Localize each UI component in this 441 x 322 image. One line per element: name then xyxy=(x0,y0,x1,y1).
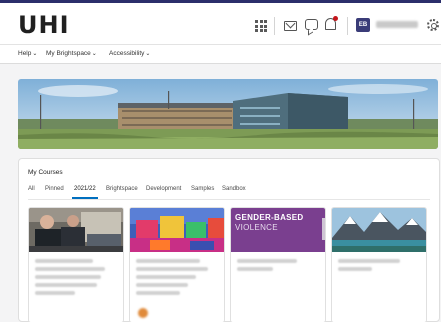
user-name-blurred[interactable] xyxy=(376,21,418,28)
user-avatar[interactable]: EB xyxy=(356,18,370,32)
course-name-blurred xyxy=(338,259,400,263)
top-bar: UHI EB xyxy=(0,0,441,44)
course-name-blurred xyxy=(35,275,101,279)
course-name-blurred xyxy=(136,267,208,271)
course-card-image-mountains xyxy=(332,208,426,252)
course-name-blurred xyxy=(35,283,97,287)
divider xyxy=(347,17,348,35)
chevron-down-icon: ⌄ xyxy=(145,51,151,57)
tab-divider xyxy=(28,199,430,200)
nav-item-accessibility[interactable]: Accessibility⌄ xyxy=(109,50,150,57)
card-image-title: GENDER-BASED xyxy=(235,213,304,222)
tab-sandbox[interactable]: Sandbox xyxy=(222,186,246,192)
uhi-logo[interactable]: UHI xyxy=(18,13,70,37)
my-courses-title: My Courses xyxy=(28,169,63,176)
course-name-blurred xyxy=(136,275,196,279)
course-name-blurred xyxy=(136,283,188,287)
tab-2021-22[interactable]: 2021/22 xyxy=(74,186,96,192)
nav-bar: Help⌄ My Brightspace⌄ Accessibility⌄ xyxy=(0,44,441,64)
tab-brightspace[interactable]: Brightspace xyxy=(106,186,138,192)
tab-pinned[interactable]: Pinned xyxy=(45,186,64,192)
course-name-blurred xyxy=(136,259,200,263)
divider xyxy=(274,17,275,35)
course-card-image-bouncy-castle xyxy=(130,208,224,252)
course-card-image-gbv: GENDER-BASED VIOLENCE xyxy=(231,208,325,252)
course-name-blurred xyxy=(35,291,75,295)
course-card[interactable] xyxy=(129,207,225,322)
course-card[interactable] xyxy=(28,207,124,322)
course-card-image-workshop xyxy=(29,208,123,252)
course-name-blurred xyxy=(237,259,297,263)
campus-banner-image xyxy=(18,79,438,149)
course-name-blurred xyxy=(338,267,372,271)
course-name-blurred xyxy=(136,291,180,295)
tab-development[interactable]: Development xyxy=(146,186,181,192)
course-name-blurred xyxy=(35,267,105,271)
nav-item-my-brightspace[interactable]: My Brightspace⌄ xyxy=(46,50,97,57)
course-badge-blurred xyxy=(138,308,148,318)
chat-icon[interactable] xyxy=(305,19,318,30)
my-courses-panel: My Courses All Pinned 2021/22 Brightspac… xyxy=(18,158,440,322)
tab-samples[interactable]: Samples xyxy=(191,186,214,192)
card-image-subtitle: VIOLENCE xyxy=(235,223,278,232)
course-name-blurred xyxy=(237,267,273,271)
apps-grid-icon[interactable] xyxy=(255,20,267,32)
gear-icon[interactable] xyxy=(427,19,439,31)
tab-all[interactable]: All xyxy=(28,186,35,192)
course-card[interactable]: GENDER-BASED VIOLENCE xyxy=(230,207,326,322)
card-image-tab xyxy=(322,218,325,240)
course-name-blurred xyxy=(35,259,93,263)
nav-item-help[interactable]: Help⌄ xyxy=(18,50,37,57)
course-card[interactable] xyxy=(331,207,427,322)
notification-dot xyxy=(333,16,338,21)
mail-icon[interactable] xyxy=(284,21,297,31)
chevron-down-icon: ⌄ xyxy=(32,51,38,57)
chevron-down-icon: ⌄ xyxy=(91,51,97,57)
